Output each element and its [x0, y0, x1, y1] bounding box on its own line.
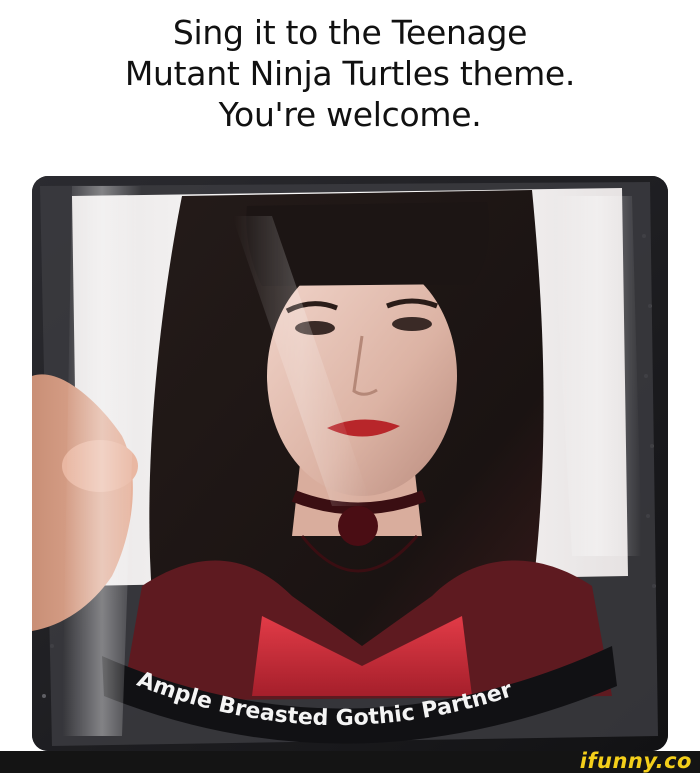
meme-page: Sing it to the Teenage Mutant Ninja Turt… — [0, 0, 700, 773]
caption-line-2: Mutant Ninja Turtles theme. — [124, 54, 576, 93]
caption-line-3: You're welcome. — [218, 95, 482, 134]
caption-line-1: Sing it to the Teenage — [172, 13, 528, 52]
meme-photo: Ample Breasted Gothic Partner — [32, 176, 668, 751]
ifunny-watermark: ifunny.co — [579, 749, 692, 773]
eye-right — [392, 317, 432, 331]
meme-caption: Sing it to the Teenage Mutant Ninja Turt… — [0, 12, 700, 135]
choker-pendant — [338, 506, 378, 546]
